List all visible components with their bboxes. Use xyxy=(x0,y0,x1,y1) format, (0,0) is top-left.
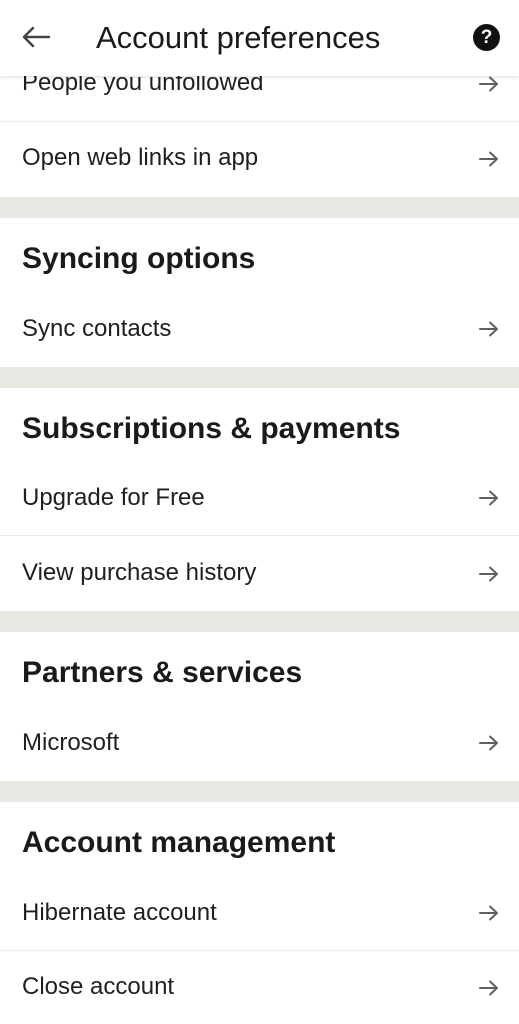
section-title-subscriptions: Subscriptions & payments xyxy=(22,412,401,445)
arrow-right-icon xyxy=(479,905,498,921)
arrow-right-icon xyxy=(479,980,498,996)
row-hibernate[interactable]: Hibernate account xyxy=(0,878,519,950)
row-purchase-history[interactable]: View purchase history xyxy=(0,536,519,611)
help-icon[interactable]: ? xyxy=(473,24,500,51)
arrow-right-icon xyxy=(479,76,498,92)
back-button[interactable] xyxy=(18,22,54,52)
row-open-web-links[interactable]: Open web links in app xyxy=(0,122,519,197)
section-gap xyxy=(0,367,519,388)
row-label: Hibernate account xyxy=(22,899,217,926)
arrow-right-icon xyxy=(479,321,498,337)
row-label: Open web links in app xyxy=(22,144,259,171)
row-label: Close account xyxy=(22,973,175,1000)
section-title-syncing: Syncing options xyxy=(22,242,256,275)
row-label: Sync contacts xyxy=(22,315,172,342)
row-close-account[interactable]: Close account xyxy=(0,951,519,1024)
page-title: Account preferences xyxy=(96,20,381,55)
arrow-right-icon xyxy=(479,151,498,167)
section-gap xyxy=(0,197,519,218)
back-arrow-icon xyxy=(22,26,51,48)
arrow-right-icon xyxy=(479,490,498,506)
section-title-account-management: Account management xyxy=(22,826,336,859)
section-title-partners: Partners & services xyxy=(22,656,303,689)
row-label: Microsoft xyxy=(22,729,120,756)
arrow-right-icon xyxy=(479,735,498,751)
top-app-bar: Account preferences ? xyxy=(0,0,519,76)
row-label: Upgrade for Free xyxy=(22,484,205,511)
section-gap xyxy=(0,611,519,632)
row-microsoft[interactable]: Microsoft xyxy=(0,708,519,781)
row-label: View purchase history xyxy=(22,559,257,586)
row-upgrade[interactable]: Upgrade for Free xyxy=(0,464,519,535)
arrow-right-icon xyxy=(479,566,498,582)
row-sync-contacts[interactable]: Sync contacts xyxy=(0,294,519,366)
section-gap xyxy=(0,781,519,802)
